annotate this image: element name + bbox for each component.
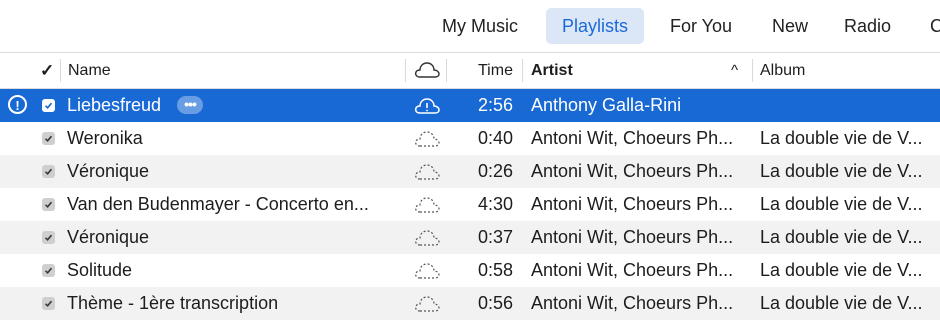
song-artist: Anthony Galla-Rini [531, 95, 682, 115]
cloud-dotted-icon[interactable] [413, 129, 441, 149]
song-time: 0:56 [478, 293, 514, 313]
cloud-dotted-icon[interactable] [413, 261, 441, 281]
song-artist: Antoni Wit, Choeurs Ph... [531, 194, 734, 214]
cloud-dotted-icon[interactable] [413, 228, 441, 248]
column-divider [522, 59, 523, 82]
song-time: 0:26 [478, 161, 514, 181]
header-artist[interactable]: Artist [531, 53, 573, 88]
header-name[interactable]: Name [68, 53, 111, 88]
table-row[interactable]: Thème - 1ère transcription 0:56 Antoni W… [0, 287, 940, 320]
song-name: Thème - 1ère transcription [67, 293, 279, 313]
song-checkbox[interactable] [42, 198, 55, 211]
tab-new[interactable]: New [756, 8, 824, 44]
cloud-dotted-icon[interactable] [413, 294, 441, 314]
song-time: 2:56 [478, 95, 514, 115]
song-checkbox[interactable] [42, 231, 55, 244]
song-artist: Antoni Wit, Choeurs Ph... [531, 260, 734, 280]
tab-my-music[interactable]: My Music [426, 8, 534, 44]
song-time: 0:37 [478, 227, 514, 247]
table-row[interactable]: Véronique 0:26 Antoni Wit, Choeurs Ph...… [0, 155, 940, 188]
table-row[interactable]: Solitude 0:58 Antoni Wit, Choeurs Ph... … [0, 254, 940, 287]
song-name: Solitude [67, 260, 133, 280]
song-name: Weronika [67, 128, 143, 148]
song-artist: Antoni Wit, Choeurs Ph... [531, 128, 734, 148]
tab-connect[interactable]: C [914, 8, 940, 44]
song-album: La double vie de V... [760, 293, 923, 313]
song-artist: Antoni Wit, Choeurs Ph... [531, 293, 734, 313]
song-checkbox[interactable] [42, 99, 55, 112]
tab-radio[interactable]: Radio [828, 8, 907, 44]
song-name: Véronique [67, 227, 150, 247]
song-album: La double vie de V... [760, 260, 923, 280]
tab-for-you[interactable]: For You [654, 8, 748, 44]
song-checkbox[interactable] [42, 297, 55, 310]
song-checkbox[interactable] [42, 132, 55, 145]
sort-ascending-icon[interactable]: ^ [731, 53, 738, 88]
song-time: 4:30 [478, 194, 514, 214]
column-divider [405, 59, 406, 82]
song-album: La double vie de V... [760, 227, 923, 247]
header-album[interactable]: Album [760, 53, 805, 88]
header-time[interactable]: Time [478, 53, 513, 88]
column-header-bar: ✓ Name Time Artist ^ Album [0, 52, 940, 89]
tab-playlists[interactable]: Playlists [546, 8, 645, 44]
more-options-icon: ••• [184, 96, 197, 112]
song-album: La double vie de V... [760, 128, 923, 148]
column-divider [446, 59, 447, 82]
cloud-dotted-icon[interactable] [413, 195, 441, 215]
table-row[interactable]: Van den Budenmayer - Concerto en... 4:30… [0, 188, 940, 221]
song-artist: Antoni Wit, Choeurs Ph... [531, 227, 734, 247]
song-checkbox[interactable] [42, 165, 55, 178]
top-nav-bar: My Music Playlists For You New Radio C [0, 0, 940, 52]
song-album: La double vie de V... [760, 194, 923, 214]
song-name: Van den Budenmayer - Concerto en... [67, 194, 369, 214]
alert-icon[interactable]: ! [8, 95, 27, 114]
header-check[interactable]: ✓ [40, 53, 54, 88]
song-album [760, 89, 940, 122]
table-row[interactable]: Weronika 0:40 Antoni Wit, Choeurs Ph... … [0, 122, 940, 155]
song-time: 0:58 [478, 260, 514, 280]
column-divider [60, 59, 61, 82]
song-name: Liebesfreud [67, 95, 162, 115]
cloud-icon[interactable] [413, 60, 441, 80]
song-time: 0:40 [478, 128, 514, 148]
cloud-dotted-icon[interactable] [413, 162, 441, 182]
song-artist: Antoni Wit, Choeurs Ph... [531, 161, 734, 181]
table-row[interactable]: ! Liebesfreud ••• 2:56 Anthony Galla-Rin… [0, 89, 940, 122]
cloud-upload-icon[interactable] [413, 96, 441, 116]
table-row[interactable]: Véronique 0:37 Antoni Wit, Choeurs Ph...… [0, 221, 940, 254]
song-checkbox[interactable] [42, 264, 55, 277]
song-name: Véronique [67, 161, 150, 181]
song-album: La double vie de V... [760, 161, 923, 181]
column-divider [752, 59, 753, 82]
